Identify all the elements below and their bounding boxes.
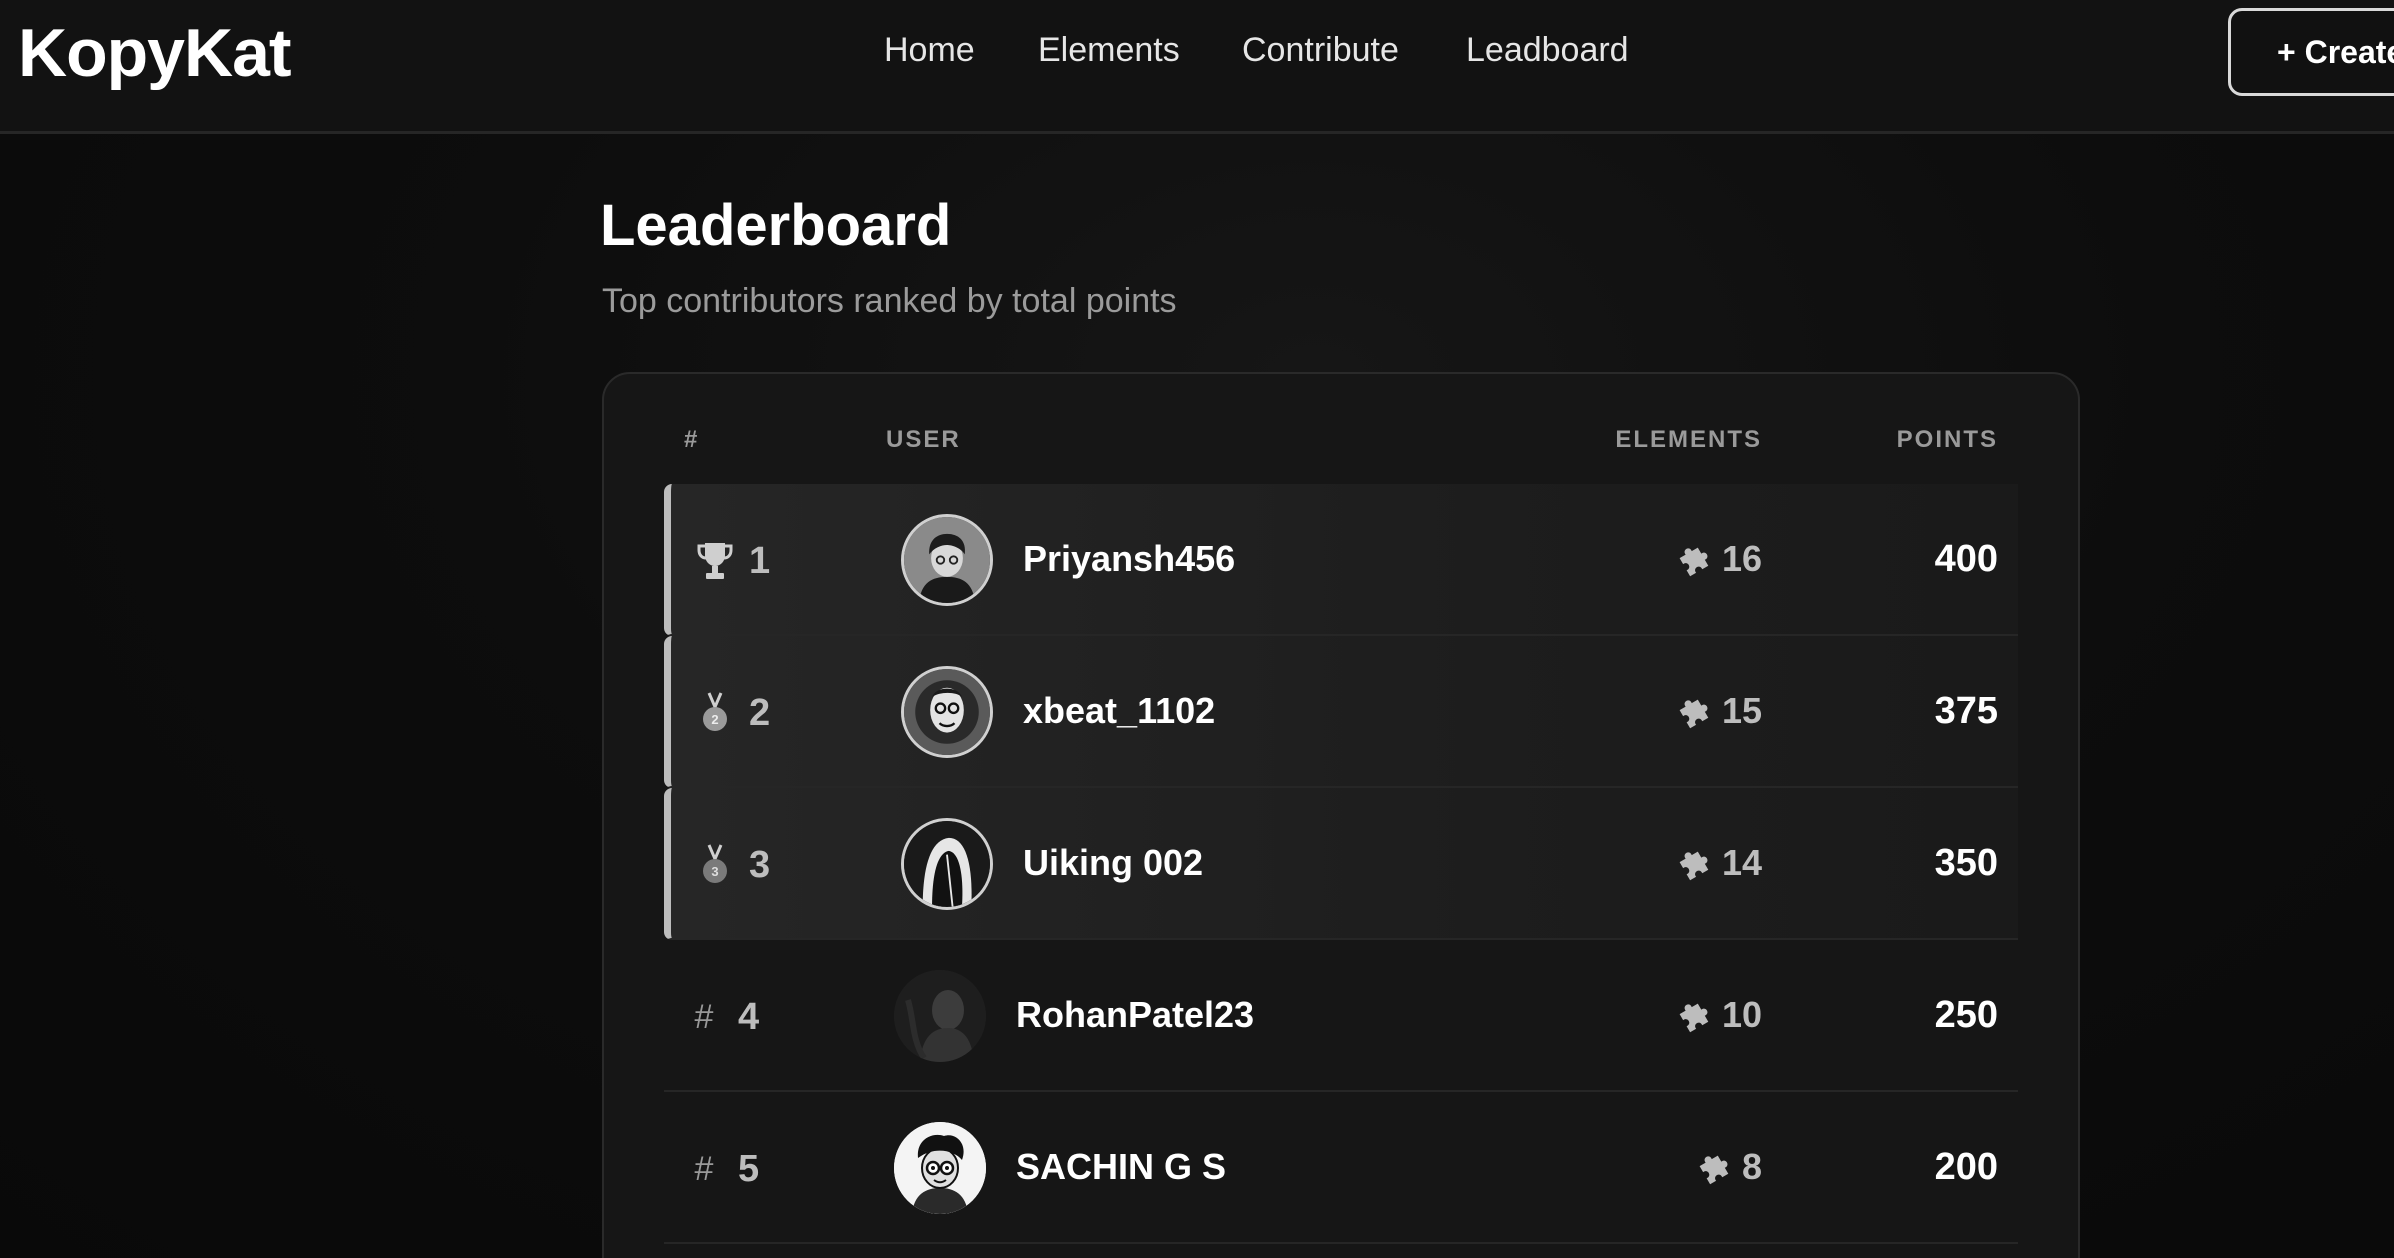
elements-cell: 15 (1676, 690, 1762, 732)
main-nav: Home Elements Contribute Leadboard (0, 0, 2394, 104)
table-row[interactable]: 1 Priyansh456 16 400 (664, 484, 2018, 636)
avatar[interactable] (901, 818, 993, 910)
hash-icon: # (694, 1149, 714, 1188)
avatar[interactable] (894, 970, 986, 1062)
trophy-icon (697, 543, 733, 579)
points-value: 375 (1934, 690, 1998, 732)
user-column-header: USER (886, 426, 961, 453)
rank-cell: 1 (695, 536, 770, 586)
leaderboard-page: KopyKat Home Elements Contribute Leadboa… (0, 0, 2394, 1258)
points-value: 350 (1934, 842, 1998, 884)
points-column-header: POINTS (1896, 426, 1998, 453)
elements-count: 8 (1741, 1146, 1762, 1187)
nav-leaderboard-link[interactable]: Leadboard (1466, 31, 1629, 70)
puzzle-icon (1679, 547, 1709, 577)
nav-contribute-link[interactable]: Contribute (1242, 31, 1399, 70)
elements-cell: 10 (1676, 994, 1762, 1036)
avatar-image (904, 517, 990, 603)
username[interactable]: SACHIN G S (1016, 1146, 1226, 1188)
elements-count: 10 (1721, 994, 1762, 1035)
puzzle-icon (1679, 851, 1709, 881)
rank-number: 5 (738, 1147, 760, 1190)
svg-text:3: 3 (711, 864, 718, 879)
points-value: 250 (1934, 994, 1998, 1036)
create-button[interactable]: + Create (2228, 8, 2394, 96)
rank-number: 1 (749, 539, 771, 582)
avatar-image (904, 669, 990, 755)
hash-icon: # (694, 997, 714, 1036)
page-title: Leaderboard (600, 193, 952, 258)
rank-cell: # 4 (684, 992, 760, 1042)
leaderboard-table: # USER ELEMENTS POINTS 1 Priyansh456 16 … (602, 372, 2080, 1258)
elements-cell: 14 (1676, 842, 1762, 884)
rank-number: 4 (738, 995, 760, 1038)
rank-number: 2 (749, 691, 771, 734)
elements-count: 16 (1721, 538, 1762, 579)
elements-column-header: ELEMENTS (1615, 426, 1762, 453)
rank-cell: 2 2 (695, 688, 770, 738)
page-subtitle: Top contributors ranked by total points (602, 282, 1177, 320)
avatar-image (904, 821, 990, 907)
elements-cell: 16 (1676, 538, 1762, 580)
silver-medal-icon: 2 (703, 692, 727, 731)
table-row[interactable]: 2 2 xbeat_1102 15 375 (664, 636, 2018, 788)
elements-count: 14 (1721, 842, 1762, 883)
username[interactable]: Priyansh456 (1023, 538, 1235, 580)
avatar-image (894, 1122, 986, 1214)
rank-column-header: # (684, 426, 700, 453)
rank-number: 3 (749, 843, 771, 886)
puzzle-icon (1699, 1155, 1729, 1185)
puzzle-icon (1679, 699, 1709, 729)
nav-elements-link[interactable]: Elements (1038, 31, 1180, 70)
avatar[interactable] (901, 666, 993, 758)
table-header: # USER ELEMENTS POINTS (604, 374, 2078, 484)
username[interactable]: RohanPatel23 (1016, 994, 1254, 1036)
bronze-medal-icon: 3 (703, 844, 727, 883)
table-row[interactable]: # 4 RohanPatel23 10 250 (664, 940, 2018, 1092)
elements-cell: 8 (1696, 1146, 1762, 1188)
puzzle-icon (1679, 1003, 1709, 1033)
table-row[interactable]: # 5 SACHIN G S 8 200 (664, 1092, 2018, 1244)
rank-cell: # 5 (684, 1144, 760, 1194)
avatar[interactable] (901, 514, 993, 606)
points-value: 400 (1934, 538, 1998, 580)
nav-home-link[interactable]: Home (884, 31, 975, 70)
table-row[interactable]: 3 3 Uiking 002 14 350 (664, 788, 2018, 940)
svg-text:2: 2 (711, 712, 718, 727)
avatar[interactable] (894, 1122, 986, 1214)
elements-count: 15 (1721, 690, 1762, 731)
username[interactable]: xbeat_1102 (1023, 690, 1215, 732)
username[interactable]: Uiking 002 (1023, 842, 1203, 884)
rank-cell: 3 3 (695, 840, 770, 890)
points-value: 200 (1934, 1146, 1998, 1188)
avatar-image (894, 970, 986, 1062)
top-navbar: KopyKat Home Elements Contribute Leadboa… (0, 0, 2394, 134)
